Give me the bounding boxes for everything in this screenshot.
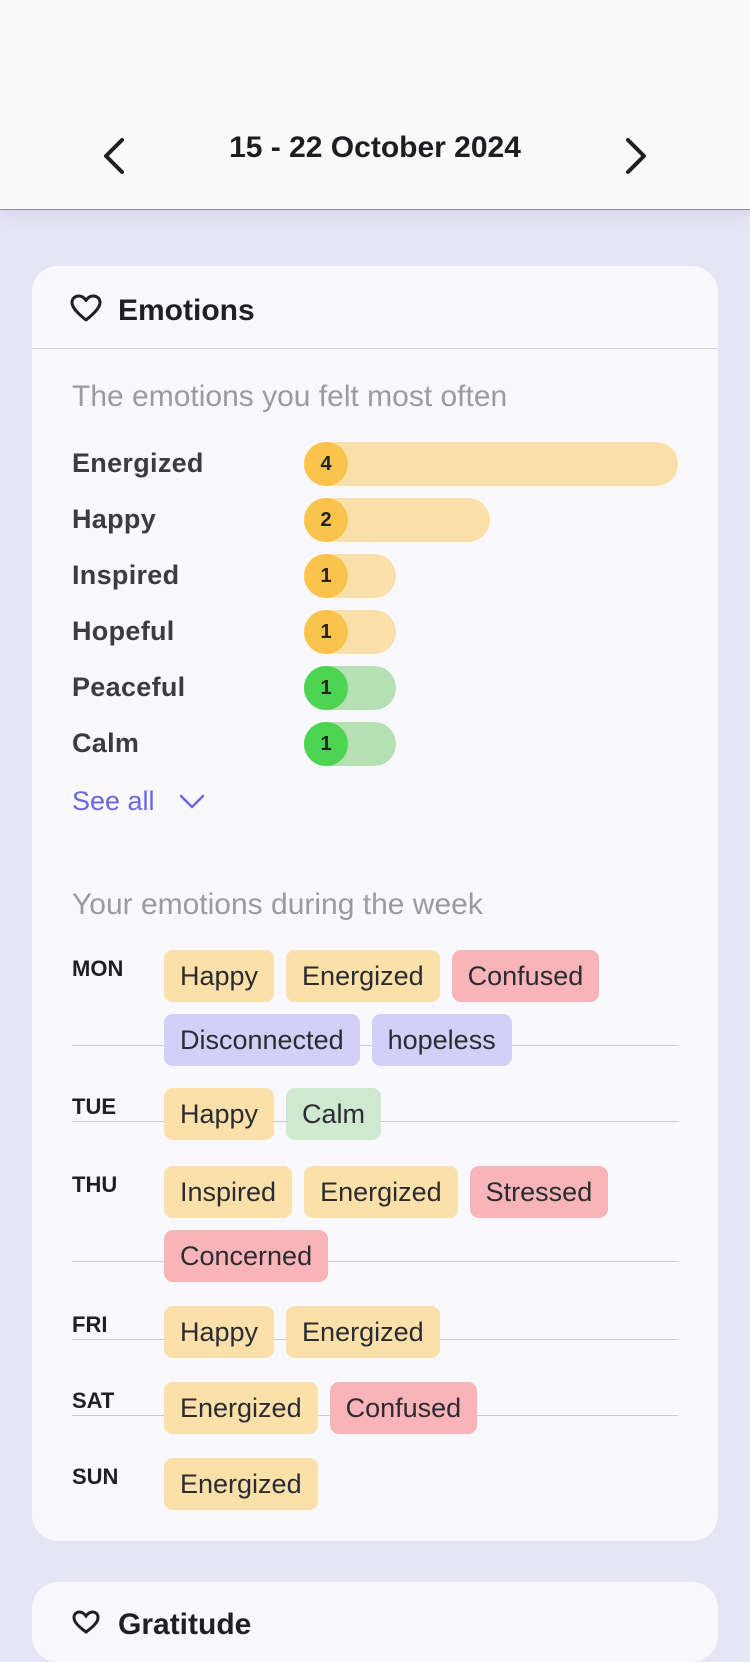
emotion-count-badge: 1 (304, 554, 348, 598)
chevron-right-icon (626, 138, 646, 174)
emotion-chips: Energized Confused (164, 1382, 678, 1434)
emotion-label: Energized (72, 448, 204, 478)
day-label: FRI (72, 1312, 108, 1337)
emotion-label: Happy (72, 504, 157, 534)
emotions-card-header: Emotions (32, 266, 718, 349)
emotion-count-badge: 4 (304, 442, 348, 486)
emotion-chip: Happy (164, 950, 275, 1002)
next-week-button[interactable] (608, 128, 664, 184)
heart-hand-icon (72, 1610, 100, 1634)
emotion-label: Peaceful (72, 672, 186, 702)
emotion-count-badge: 1 (304, 722, 348, 766)
day-row-sat: SAT Energized Confused (72, 1382, 678, 1434)
emotion-chips: Happy Energized Confused Disconnected ho… (164, 950, 678, 1066)
emotions-card-title: Emotions (118, 294, 255, 327)
emotion-chip: Energized (164, 1382, 318, 1434)
emotions-card: Emotions The emotions you felt most ofte… (32, 266, 718, 1541)
gratitude-card: Gratitude (32, 1582, 718, 1662)
emotion-frequency-row: Calm 1 (72, 722, 682, 766)
see-all-label: See all (72, 786, 155, 816)
emotion-chip: Energized (164, 1458, 318, 1510)
day-label: THU (72, 1172, 118, 1197)
chevron-down-icon (179, 794, 204, 808)
day-row-mon: MON Happy Energized Confused Disconnecte… (72, 950, 678, 1066)
emotion-chip: Disconnected (164, 1014, 360, 1066)
emotion-label: Hopeful (72, 616, 175, 646)
day-row-thu: THU Inspired Energized Stressed Concerne… (72, 1166, 678, 1282)
emotion-chip: Inspired (164, 1166, 293, 1218)
emotion-chip: Energized (286, 950, 440, 1002)
emotion-label: Calm (72, 728, 140, 758)
emotion-frequency-row: Hopeful 1 (72, 610, 682, 654)
emotion-chip: Calm (286, 1088, 382, 1140)
day-label: SAT (72, 1388, 115, 1413)
emotion-chips: Happy Energized (164, 1306, 678, 1358)
emotion-frequency-row: Energized 4 (72, 442, 682, 486)
emotion-chip: Energized (286, 1306, 440, 1358)
emotion-frequency-row: Peaceful 1 (72, 666, 682, 710)
gratitude-card-title: Gratitude (118, 1608, 252, 1641)
emotion-frequency-row: Happy 2 (72, 498, 682, 542)
day-row-sun: SUN Energized (72, 1458, 678, 1510)
day-row-tue: TUE Happy Calm (72, 1088, 678, 1140)
emotion-chip: Happy (164, 1306, 275, 1358)
emotion-chips: Happy Calm (164, 1088, 678, 1140)
emotion-chip: Stressed (469, 1166, 609, 1218)
emotion-chip: Happy (164, 1088, 275, 1140)
day-label: MON (72, 956, 124, 981)
emotion-count-badge: 1 (304, 610, 348, 654)
emotion-chip: Confused (329, 1382, 478, 1434)
emotion-frequency-bar: 4 (304, 442, 678, 486)
emotion-chips: Energized (164, 1458, 678, 1510)
most-often-section-title: The emotions you felt most often (72, 380, 508, 413)
emotion-frequency-bar: 1 (304, 610, 396, 654)
emotion-frequency-bar: 1 (304, 722, 396, 766)
emotion-frequency-row: Inspired 1 (72, 554, 682, 598)
see-all-button[interactable]: See all (72, 786, 205, 817)
emotion-chip: Energized (304, 1166, 458, 1218)
emotion-frequency-bar: 2 (304, 498, 490, 542)
emotion-frequency-bar: 1 (304, 666, 396, 710)
day-row-fri: FRI Happy Energized (72, 1306, 678, 1358)
emotion-chip: hopeless (371, 1014, 512, 1066)
week-section-title: Your emotions during the week (72, 888, 483, 921)
emotion-label: Inspired (72, 560, 180, 590)
emotion-chip: Confused (451, 950, 600, 1002)
emotion-chip: Concerned (164, 1230, 329, 1282)
emotion-frequency-bar: 1 (304, 554, 396, 598)
heart-icon (70, 294, 102, 322)
emotion-count-badge: 1 (304, 666, 348, 710)
emotion-count-badge: 2 (304, 498, 348, 542)
emotion-chips: Inspired Energized Stressed Concerned (164, 1166, 678, 1282)
day-label: SUN (72, 1464, 119, 1489)
top-bar: 15 - 22 October 2024 (0, 0, 750, 210)
day-label: TUE (72, 1094, 116, 1119)
